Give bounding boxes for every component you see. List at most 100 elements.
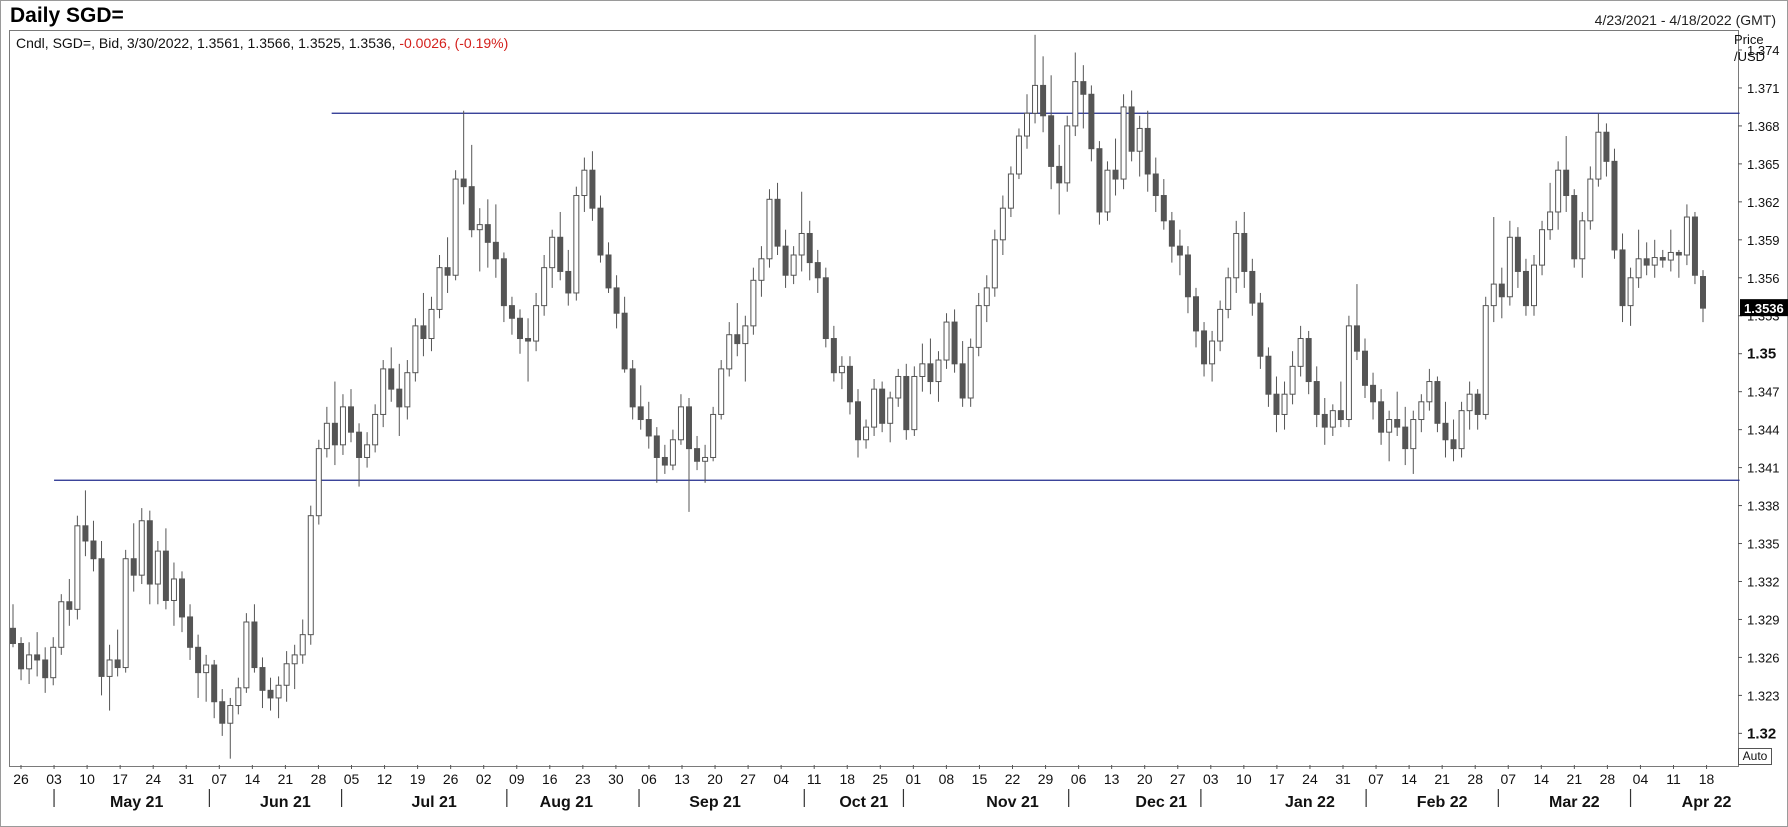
candle [589,151,596,221]
candle [983,275,990,323]
candle-body-down [146,520,153,585]
candle-body-down [1305,338,1312,383]
candle-body-up [1289,365,1296,395]
x-day-label: 11 [807,771,822,787]
candle-body-down [1394,419,1401,428]
candle-body-up [1587,178,1594,222]
candle [396,363,403,436]
candle-body-up [702,456,709,462]
candle [468,144,475,238]
y-tick-label: 1.371 [1747,81,1780,96]
x-day-label: 08 [939,771,955,787]
candle-body-up [975,305,982,348]
candle [702,444,709,483]
candle [517,309,523,354]
candle-body-up [967,346,974,399]
candle-body-down [613,287,620,314]
candle-body-down [1450,439,1457,450]
candle [1176,229,1183,276]
candle [1643,242,1650,276]
candle-body-down [179,578,185,618]
candle [967,338,974,407]
candle-body-down [951,321,958,365]
candle-body-down [98,558,105,677]
candle [412,318,419,382]
y-tick-label: 1.35 [1747,346,1776,363]
x-day-label: 13 [674,771,690,787]
candle [750,267,757,335]
candle-body-up [1136,127,1143,152]
candle-body-up [307,515,314,636]
x-day-label: 19 [410,771,426,787]
x-day-label: 22 [1005,771,1021,787]
candle [331,381,338,466]
candle-body-up [766,198,773,260]
x-month-label: Dec 21 [1135,794,1187,811]
candle [557,211,564,281]
x-day-label: 03 [1203,771,1219,787]
candle [1281,381,1288,430]
y-tick-label: 1.344 [1747,423,1780,438]
candle-body-up [138,520,145,576]
candle [187,604,194,660]
candle-body-up [1015,135,1022,175]
candle-body-down [444,267,451,276]
x-month-label: Mar 22 [1549,794,1600,811]
candle-body-up [533,305,540,342]
candle [291,644,298,690]
candle [1490,217,1497,323]
candle-body-down [1571,195,1578,260]
candle [90,520,97,572]
candle [1048,75,1055,190]
candle [710,406,717,462]
y-tick-label: 1.347 [1747,385,1780,400]
candle [364,432,371,468]
candle-body-down [1112,169,1119,180]
candle [1410,410,1417,474]
x-day-label: 31 [1335,771,1351,787]
candle [106,644,113,711]
candle-body-up [710,413,717,458]
candle [677,394,684,445]
candle [1104,161,1111,221]
candle [911,366,918,436]
candle-body-down [517,317,523,340]
x-day-label: 28 [1600,771,1616,787]
candle-body-up [1547,211,1554,231]
candle [742,315,749,382]
candle-body-up [275,684,282,699]
candle [871,379,878,436]
candle-body-up [1032,84,1039,114]
x-month-label: Jan 22 [1285,794,1335,811]
candle-body-down [661,456,668,466]
candle-body-down [830,338,837,374]
candle-body-down [267,689,274,699]
candle [718,360,725,420]
x-day-label: 07 [1500,771,1516,787]
candle [170,562,177,626]
candle [388,347,395,402]
candle [1088,85,1095,162]
candle-body-up [1683,216,1690,256]
candle-body-down [211,664,218,703]
candle-body-up [581,169,588,197]
x-day-label: 27 [740,771,756,787]
candle-body-up [911,375,918,431]
candle [1474,389,1481,430]
candle [629,360,636,420]
candle-body-down [1474,393,1481,415]
candle [1160,179,1167,230]
candle-body-down [846,365,853,403]
candle-body-up [1579,220,1586,260]
candle [1112,138,1119,196]
candle-body-up [1539,229,1546,266]
candle-body-up [1329,410,1336,428]
candle [1506,220,1513,306]
y-tick-label: 1.326 [1747,650,1780,665]
candle-body-down [396,388,403,408]
candle [1458,401,1465,458]
candle-body-up [935,359,942,383]
candle-body-down [195,646,202,674]
candle [798,191,805,272]
candle [420,292,427,357]
